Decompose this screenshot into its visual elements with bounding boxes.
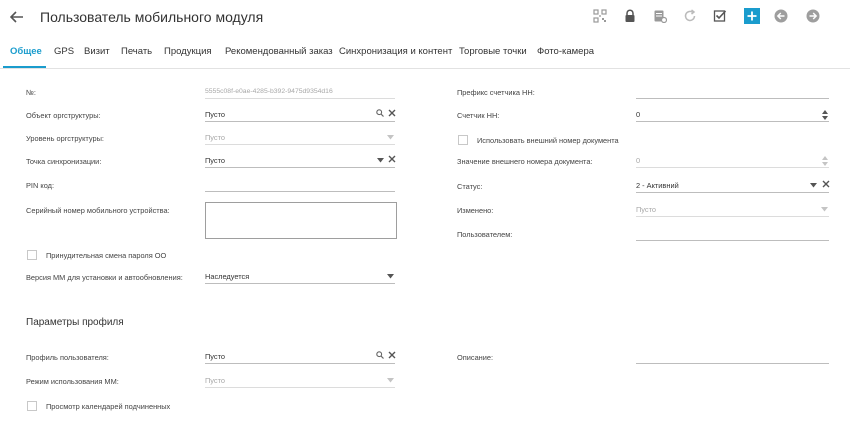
status-value: 2 - Активний — [636, 181, 679, 190]
prev-record-button[interactable] — [774, 9, 790, 25]
number-label: №: — [26, 88, 36, 97]
tab-print[interactable]: Печать — [121, 46, 152, 57]
org-object-field[interactable]: Пусто — [205, 109, 396, 122]
mm-mode-label: Режим использования ММ: — [26, 377, 119, 386]
tab-gps[interactable]: GPS — [54, 46, 74, 57]
org-level-select[interactable]: Пусто — [205, 132, 395, 145]
mm-mode-placeholder: Пусто — [205, 376, 226, 385]
spinner-icon — [822, 155, 828, 167]
add-button[interactable] — [744, 8, 760, 24]
arrow-left-circle-icon — [774, 9, 788, 23]
database-settings-icon — [654, 10, 668, 24]
org-object-label: Объект оргструктуры: — [26, 111, 101, 120]
clear-icon[interactable] — [822, 180, 830, 192]
number-field: 5555c08f-e0ae-4285-b392-9475d9354d16 — [205, 86, 395, 99]
check-button[interactable] — [713, 9, 729, 25]
tab-recommended-order[interactable]: Рекомендованный заказ — [225, 46, 333, 57]
back-button[interactable] — [9, 8, 25, 26]
arrow-right-circle-icon — [806, 9, 820, 23]
profile-section-title: Параметры профиля — [26, 317, 124, 328]
ext-number-checkbox[interactable] — [458, 135, 468, 145]
chevron-down-icon — [821, 204, 828, 216]
tab-sync-content[interactable]: Синхронизация и контент — [339, 46, 452, 57]
qr-button[interactable] — [593, 9, 609, 25]
user-profile-value: Пусто — [205, 352, 226, 361]
tab-bar: Общее GPS Визит Печать Продукция Рекомен… — [0, 38, 850, 69]
search-icon[interactable] — [376, 351, 384, 363]
qr-code-icon — [593, 9, 607, 23]
page-title: Пользователь мобильного модуля — [40, 9, 264, 25]
serial-textarea[interactable] — [205, 202, 397, 239]
search-icon[interactable] — [376, 109, 384, 121]
chevron-down-icon — [377, 155, 384, 167]
refresh-icon — [684, 9, 696, 22]
lock-icon — [625, 9, 635, 22]
spinner-icon[interactable] — [822, 109, 828, 121]
view-calendars-label: Просмотр календарей подчиненных — [46, 402, 171, 411]
chevron-down-icon — [387, 375, 394, 387]
force-password-checkbox[interactable] — [27, 250, 37, 260]
tab-outlets[interactable]: Торговые точки — [459, 46, 527, 57]
arrow-left-icon — [10, 11, 23, 23]
chevron-down-icon — [810, 180, 817, 192]
pin-input[interactable] — [205, 179, 395, 192]
tab-photo-camera[interactable]: Фото-камера — [537, 46, 594, 57]
changed-select: Пусто — [636, 204, 829, 217]
sync-point-value: Пусто — [205, 156, 226, 165]
mm-version-select[interactable]: Наследуется — [205, 271, 395, 284]
lock-button[interactable] — [623, 9, 639, 25]
page-header: Пользователь мобильного модуля — [0, 0, 850, 36]
description-input[interactable] — [636, 351, 829, 364]
user-profile-field[interactable]: Пусто — [205, 351, 396, 364]
view-calendars-checkbox[interactable] — [27, 401, 37, 411]
clear-icon[interactable] — [388, 351, 396, 363]
refresh-button[interactable] — [683, 9, 699, 25]
chevron-down-icon — [387, 271, 394, 283]
changed-label: Изменено: — [457, 206, 494, 215]
mm-mode-select[interactable]: Пусто — [205, 375, 395, 388]
pin-label: PIN код: — [26, 181, 55, 190]
sync-point-select[interactable]: Пусто — [205, 155, 396, 168]
prefix-input[interactable] — [636, 86, 829, 99]
status-select[interactable]: 2 - Активний — [636, 180, 830, 193]
counter-value: 0 — [636, 110, 641, 119]
status-label: Статус: — [457, 182, 483, 191]
clear-icon[interactable] — [388, 155, 396, 167]
prefix-label: Префикс счетчика НН: — [457, 88, 535, 97]
database-settings-button[interactable] — [653, 9, 669, 25]
ext-number-label: Использовать внешний номер документа — [477, 136, 619, 145]
tab-products[interactable]: Продукция — [164, 46, 212, 57]
active-tab-indicator — [3, 66, 46, 68]
chevron-down-icon — [387, 132, 394, 144]
description-label: Описание: — [457, 353, 494, 362]
changed-placeholder: Пусто — [636, 205, 657, 214]
org-level-label: Уровень оргструктуры: — [26, 134, 104, 143]
add-icon — [747, 11, 757, 21]
by-user-label: Пользователем: — [457, 230, 513, 239]
org-object-value: Пусто — [205, 110, 226, 119]
ext-number-value-label: Значение внешнего номера документа: — [457, 157, 593, 166]
counter-label: Счетчик НН: — [457, 111, 500, 120]
checkbox-checked-icon — [713, 10, 727, 22]
ext-number-placeholder: 0 — [636, 156, 641, 165]
force-password-label: Принудительная смена пароля ОО — [46, 251, 167, 260]
by-user-field — [636, 228, 829, 241]
user-profile-label: Профиль пользователя: — [26, 353, 109, 362]
serial-label: Серийный номер мобильного устройства: — [26, 206, 170, 215]
clear-icon[interactable] — [388, 109, 396, 121]
mm-version-value: Наследуется — [205, 272, 250, 281]
sync-point-label: Точка синхронизации: — [26, 157, 102, 166]
mm-version-label: Версия ММ для установки и автообновления… — [26, 273, 183, 282]
counter-input[interactable]: 0 — [636, 109, 829, 122]
org-level-placeholder: Пусто — [205, 133, 226, 142]
next-record-button[interactable] — [806, 9, 822, 25]
ext-number-value-input[interactable]: 0 — [636, 155, 829, 168]
tab-general[interactable]: Общее — [10, 46, 42, 57]
number-value: 5555c08f-e0ae-4285-b392-9475d9354d16 — [205, 88, 333, 95]
tab-visit[interactable]: Визит — [84, 46, 110, 57]
